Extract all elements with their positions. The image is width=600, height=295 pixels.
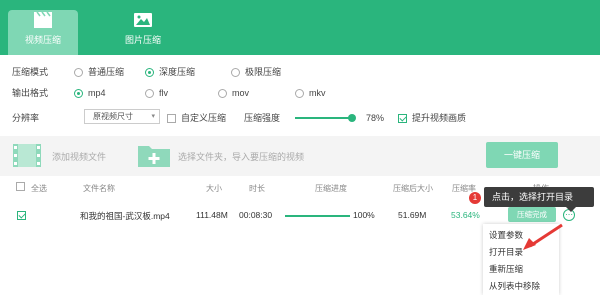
video-clapper-icon: [34, 11, 52, 28]
format-option-flv[interactable]: flv: [145, 85, 168, 101]
table-row[interactable]: 和我的祖国-武汉板.mp4 111.48M 00:08:30 100% 51.6…: [0, 207, 600, 225]
header-size: 大小: [206, 184, 222, 193]
top-navigation-bar: 视频压缩 图片压缩: [0, 0, 600, 55]
compress-mode-row: 压缩模式 普通压缩 深度压缩 极限压缩: [12, 64, 312, 80]
file-size: 111.48M: [196, 210, 228, 220]
resolution-select[interactable]: 原视频尺寸 ▾: [84, 109, 160, 124]
format-option-mov[interactable]: mov: [218, 85, 249, 101]
option-label: mov: [232, 88, 250, 98]
progress-bar: [285, 215, 350, 217]
progress-value: 100%: [353, 210, 375, 220]
radio-selected-icon: [74, 88, 83, 98]
radio-selected-icon: [145, 67, 154, 77]
resolution-row: 分辨率 原视频尺寸 ▾ 自定义压缩 压缩强度 78% 提升视频画质: [12, 109, 482, 126]
header-filename: 文件名称: [83, 184, 115, 193]
menu-item-settings[interactable]: 设置参数: [489, 229, 523, 241]
mode-option-extreme[interactable]: 极限压缩: [231, 64, 281, 80]
option-label: flv: [159, 88, 168, 98]
radio-icon: [295, 88, 304, 98]
add-video-link[interactable]: 添加视频文件: [52, 150, 106, 163]
strength-label: 压缩强度: [244, 113, 281, 123]
option-label: 极限压缩: [245, 67, 282, 77]
header-after-size: 压缩后大小: [393, 184, 433, 193]
enhance-quality-checkbox[interactable]: 提升视频画质: [398, 110, 466, 126]
checkbox-checked-icon: [17, 211, 26, 220]
radio-icon: [218, 88, 227, 98]
checkbox-icon: [16, 182, 25, 191]
compress-mode-label: 压缩模式: [12, 67, 49, 77]
mode-option-normal[interactable]: 普通压缩: [74, 64, 124, 80]
option-label: 深度压缩: [159, 67, 196, 77]
radio-icon: [74, 67, 83, 77]
option-label: mp4: [88, 88, 106, 98]
compress-ratio: 53.64%: [451, 210, 480, 220]
header-select-all[interactable]: 全选: [31, 183, 47, 194]
add-files-bar: 添加视频文件 选择文件夹，导入要压缩的视频 一键压缩: [0, 136, 600, 176]
slider-handle[interactable]: [348, 114, 356, 122]
tab-label: 视频压缩: [24, 35, 61, 45]
add-folder-icon[interactable]: [137, 143, 171, 168]
chevron-down-icon: ▾: [151, 113, 155, 120]
checkbox-label: 自定义压缩: [181, 113, 227, 123]
checkbox-checked-icon: [398, 113, 407, 123]
radio-icon: [145, 88, 154, 98]
option-label: 普通压缩: [88, 67, 125, 77]
strength-value: 78%: [366, 113, 385, 123]
after-size: 51.69M: [398, 210, 427, 220]
tab-image-compress[interactable]: 图片压缩: [108, 10, 178, 55]
header-progress: 压缩进度: [315, 184, 347, 193]
radio-icon: [231, 67, 240, 77]
tab-label: 图片压缩: [124, 35, 161, 45]
checkbox-label: 提升视频画质: [412, 113, 467, 123]
menu-item-recompress[interactable]: 重新压缩: [489, 263, 523, 275]
choose-folder-link[interactable]: 选择文件夹，导入要压缩的视频: [178, 150, 304, 163]
resolution-value: 原视频尺寸: [93, 112, 133, 121]
output-format-row: 输出格式 mp4 flv mov mkv: [12, 85, 352, 101]
pointer-arrow-icon: [523, 223, 563, 250]
mode-option-deep[interactable]: 深度压缩: [145, 64, 195, 80]
resolution-label: 分辨率: [12, 113, 40, 123]
tab-video-compress[interactable]: 视频压缩: [8, 10, 78, 55]
row-checkbox[interactable]: [17, 211, 26, 222]
tooltip: 点击，选择打开目录: [484, 187, 594, 212]
checkbox-icon: [167, 113, 176, 123]
menu-item-remove[interactable]: 从列表中移除: [489, 280, 540, 292]
select-all-checkbox[interactable]: [16, 182, 25, 193]
file-duration: 00:08:30: [239, 210, 273, 220]
menu-item-open-directory[interactable]: 打开目录: [489, 246, 523, 258]
output-format-label: 输出格式: [12, 88, 49, 98]
file-name: 和我的祖国-武汉板.mp4: [80, 211, 170, 221]
format-option-mp4[interactable]: mp4: [74, 85, 106, 101]
strength-slider[interactable]: [295, 114, 356, 122]
format-option-mkv[interactable]: mkv: [295, 85, 326, 101]
option-label: mkv: [309, 88, 326, 98]
film-icon[interactable]: [12, 143, 42, 168]
one-click-compress-button[interactable]: 一键压缩: [486, 142, 558, 168]
header-duration: 时长: [249, 184, 265, 193]
image-icon: [134, 13, 152, 27]
step-badge: 1: [469, 192, 481, 204]
custom-compress-checkbox[interactable]: 自定义压缩: [167, 110, 226, 126]
status-done-button[interactable]: 压缩完成: [508, 207, 556, 222]
